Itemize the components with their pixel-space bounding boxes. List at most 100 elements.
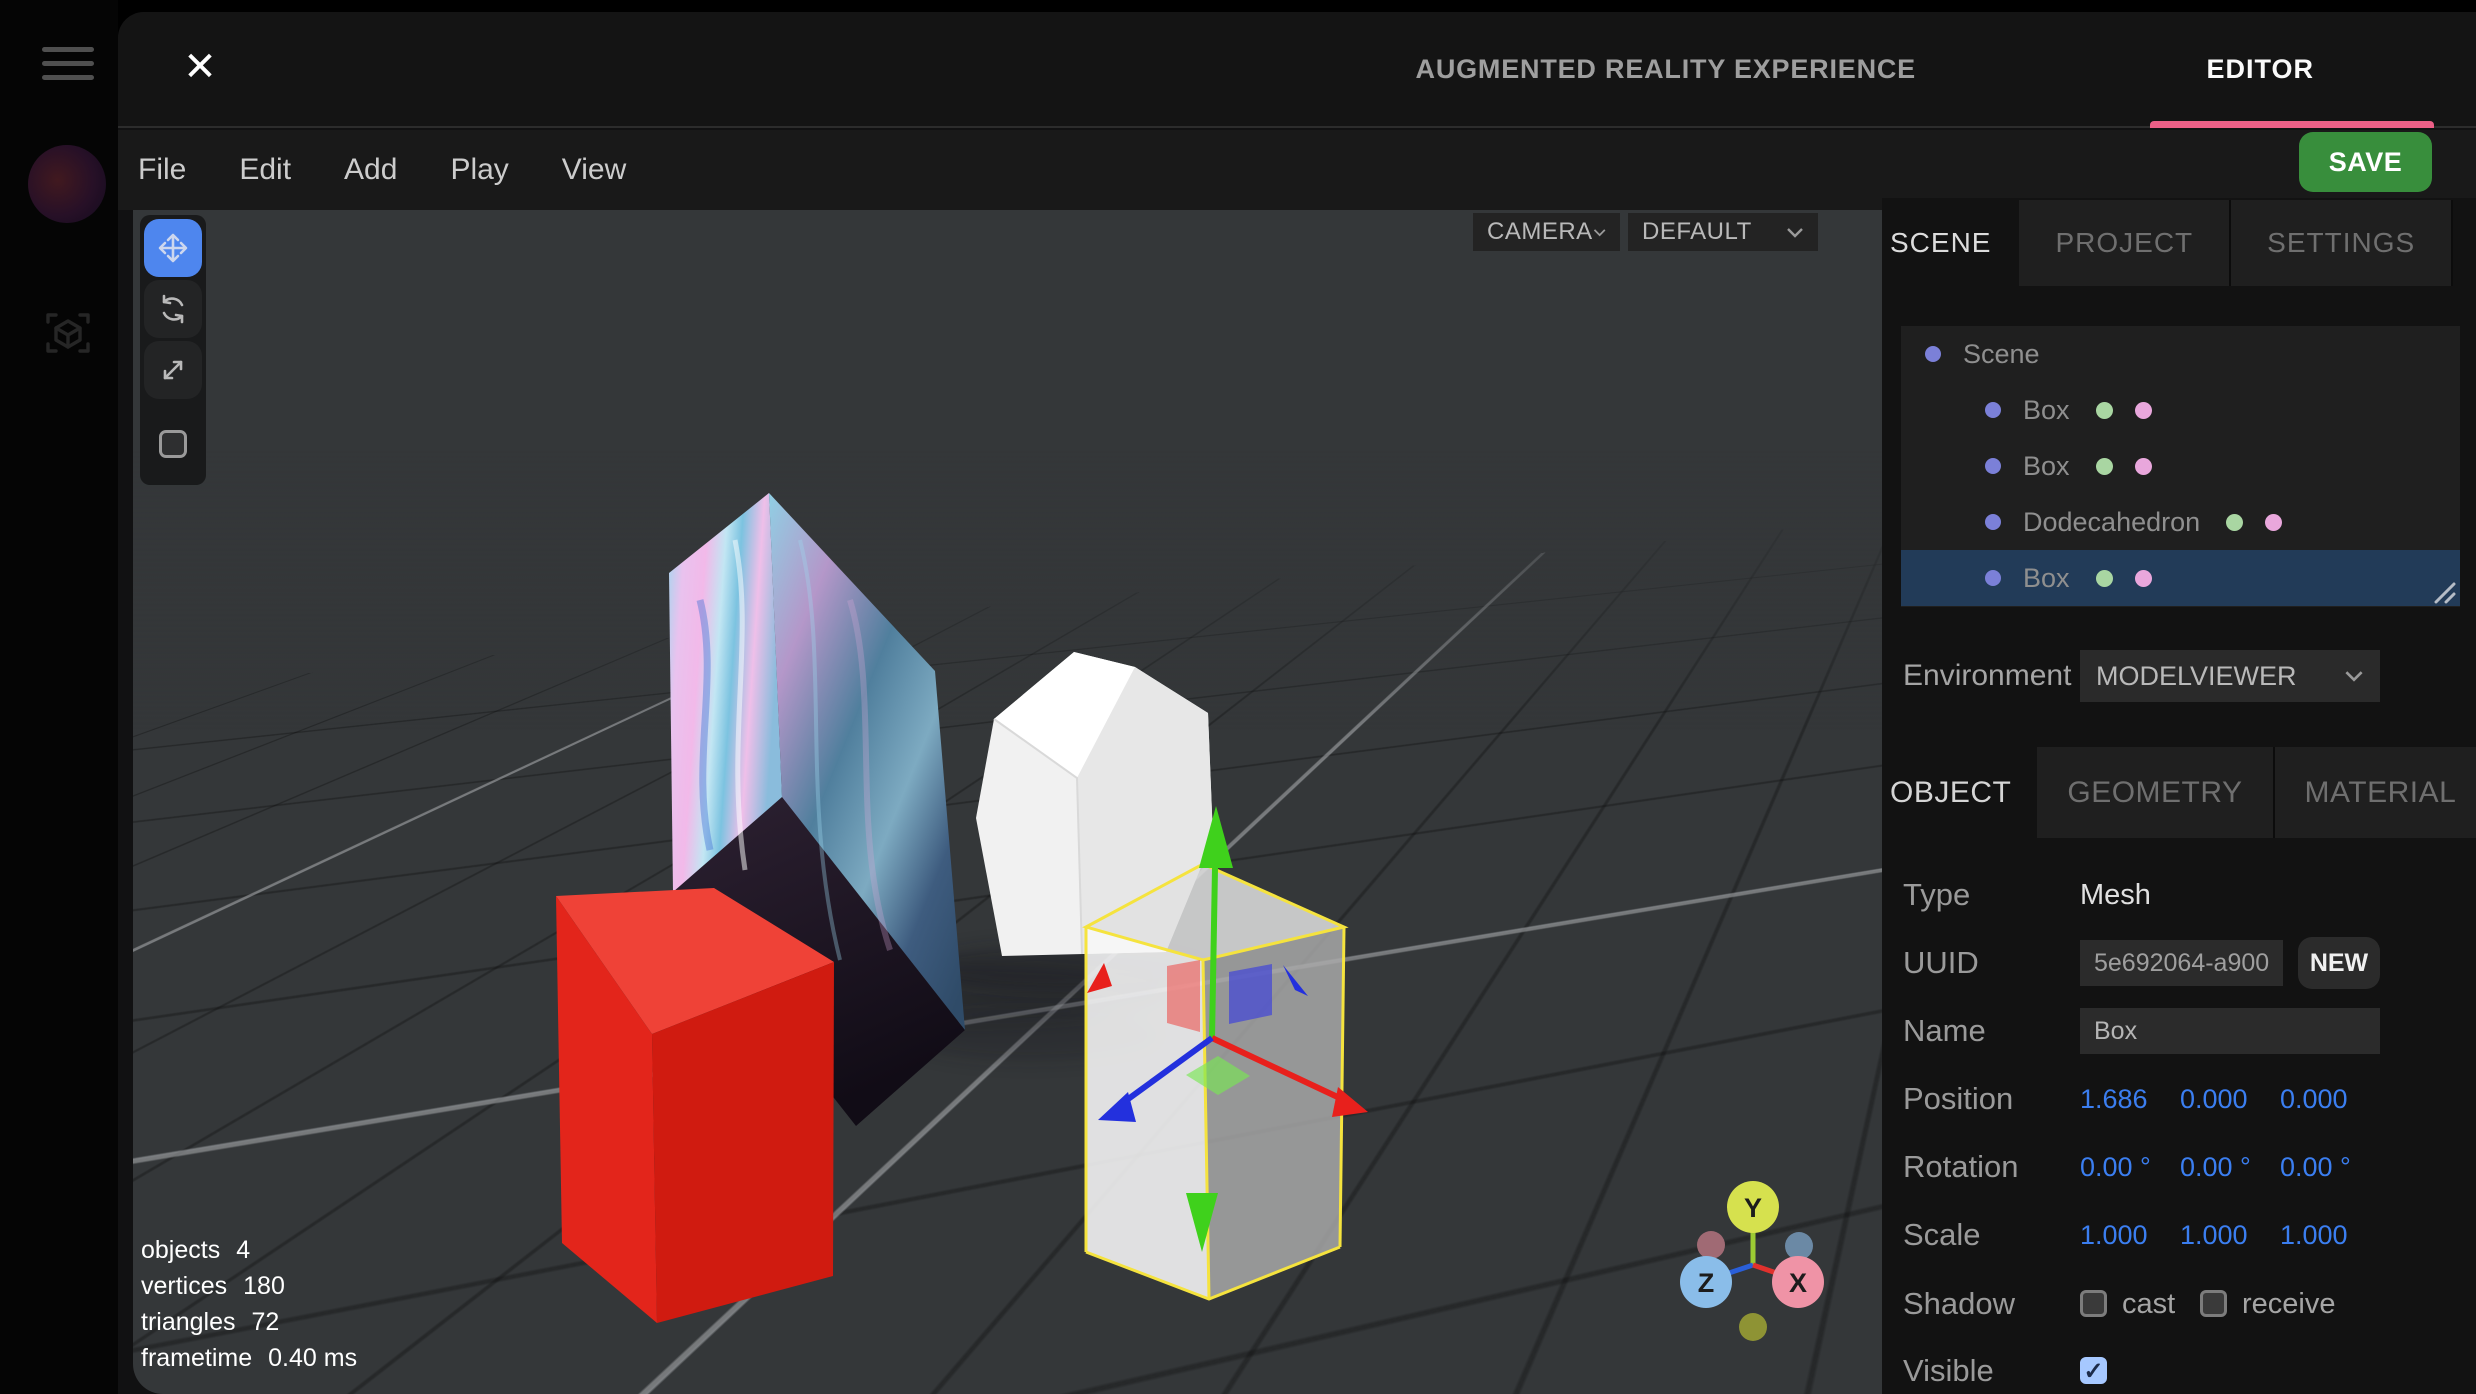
outliner-label: Box <box>2023 395 2070 426</box>
scale-tool-button[interactable] <box>144 341 202 399</box>
scale-label: Scale <box>1903 1209 1981 1261</box>
tab-project[interactable]: PROJECT <box>2019 200 2231 286</box>
geometry-dot-icon <box>2096 458 2113 475</box>
shadow-row: Shadow cast receive <box>1882 1278 2476 1330</box>
rotation-z-field[interactable]: 0.00 ° <box>2280 1141 2380 1193</box>
stat-objects-value: 4 <box>236 1232 250 1268</box>
outliner-item-dodecahedron[interactable]: Dodecahedron <box>1901 494 2460 550</box>
close-icon[interactable]: ✕ <box>176 44 224 92</box>
gizmo-space-toggle[interactable] <box>159 430 187 458</box>
uuid-row: UUID NEW <box>1882 937 2476 989</box>
scale-row: Scale 1.000 1.000 1.000 <box>1882 1209 2476 1261</box>
outliner-resize-handle[interactable] <box>2430 578 2456 604</box>
hamburger-menu-icon[interactable] <box>42 47 94 80</box>
scale-x-field[interactable]: 1.000 <box>2080 1209 2180 1261</box>
stat-triangles-label: triangles <box>141 1304 236 1340</box>
menu-play[interactable]: Play <box>450 153 508 187</box>
geometry-dot-icon <box>2096 570 2113 587</box>
gizmo-plane-xy[interactable] <box>1167 960 1200 1032</box>
position-label: Position <box>1903 1073 2013 1125</box>
chevron-down-icon <box>2344 670 2364 682</box>
geometry-dot-icon <box>2096 402 2113 419</box>
axis-z-label: Z <box>1698 1268 1715 1298</box>
stat-frametime-value: 0.40 ms <box>268 1340 357 1376</box>
material-dot-icon <box>2265 514 2282 531</box>
rotation-y-field[interactable]: 0.00 ° <box>2180 1141 2280 1193</box>
tab-editor[interactable]: EDITOR <box>2206 12 2314 126</box>
uuid-new-button[interactable]: NEW <box>2298 937 2380 989</box>
outliner-item-scene[interactable]: Scene <box>1901 326 2460 382</box>
camera-mode-select[interactable]: DEFAULT <box>1628 213 1818 251</box>
rotate-tool-button[interactable] <box>144 280 202 338</box>
menu-add[interactable]: Add <box>344 153 397 187</box>
visible-checkbox[interactable]: ✓ <box>2080 1357 2107 1384</box>
rotation-label: Rotation <box>1903 1141 2018 1193</box>
tab-object[interactable]: OBJECT <box>1890 747 2037 838</box>
tab-scene[interactable]: SCENE <box>1890 200 2019 286</box>
outliner-label: Box <box>2023 451 2070 482</box>
avatar[interactable] <box>28 145 106 223</box>
stat-frametime-label: frametime <box>141 1340 252 1376</box>
camera-select[interactable]: CAMERA <box>1473 213 1620 251</box>
shadow-cast-checkbox[interactable] <box>2080 1290 2107 1317</box>
outliner-item-box-2[interactable]: Box <box>1901 438 2460 494</box>
scale-z-field[interactable]: 1.000 <box>2280 1209 2380 1261</box>
visible-label: Visible <box>1903 1345 1994 1394</box>
gizmo-plane-yz[interactable] <box>1229 964 1272 1024</box>
axis-neg-y-dot[interactable] <box>1739 1313 1767 1341</box>
position-x-field[interactable]: 1.686 <box>2080 1073 2180 1125</box>
tab-ar-experience[interactable]: AUGMENTED REALITY EXPERIENCE <box>1416 12 1916 126</box>
camera-mode-value: DEFAULT <box>1642 218 1752 246</box>
environment-select[interactable]: MODELVIEWER <box>2080 650 2380 702</box>
outliner-item-box-1[interactable]: Box <box>1901 382 2460 438</box>
host-sidebar <box>0 0 118 1394</box>
viewport-3d[interactable]: CAMERA DEFAULT objects4 vertices180 tria… <box>133 210 1882 1394</box>
scale-y-field[interactable]: 1.000 <box>2180 1209 2280 1261</box>
object-box-red[interactable] <box>556 888 834 1323</box>
uuid-input[interactable] <box>2080 940 2283 986</box>
position-row: Position 1.686 0.000 0.000 <box>1882 1073 2476 1125</box>
material-dot-icon <box>2135 402 2152 419</box>
name-label: Name <box>1903 1005 1986 1057</box>
shadow-receive-label: receive <box>2242 1278 2336 1330</box>
tab-material[interactable]: MATERIAL <box>2275 747 2476 838</box>
shadow-receive-checkbox[interactable] <box>2200 1290 2227 1317</box>
uuid-label: UUID <box>1903 937 1979 989</box>
scene-canvas[interactable] <box>133 210 1882 1394</box>
camera-select-value: CAMERA <box>1487 218 1593 246</box>
gizmo-x-arrow[interactable] <box>1332 1087 1368 1117</box>
axis-x-label: X <box>1789 1268 1807 1298</box>
axis-y-label: Y <box>1744 1193 1762 1223</box>
stat-objects-label: objects <box>141 1232 220 1268</box>
menu-file[interactable]: File <box>138 153 186 187</box>
axis-neg-z-dot[interactable] <box>1785 1232 1813 1260</box>
menu-view[interactable]: View <box>562 153 626 187</box>
tab-settings[interactable]: SETTINGS <box>2231 200 2453 286</box>
tab-geometry[interactable]: GEOMETRY <box>2037 747 2274 838</box>
move-tool-button[interactable] <box>144 219 202 277</box>
axis-helper[interactable]: Y Z X <box>1631 1158 1871 1394</box>
position-y-field[interactable]: 0.000 <box>2180 1073 2280 1125</box>
shadow-cast-label: cast <box>2122 1278 2175 1330</box>
ar-cube-icon[interactable] <box>44 309 92 357</box>
save-button[interactable]: SAVE <box>2299 132 2432 192</box>
object-bullet-icon <box>1925 346 1941 362</box>
axis-neg-x-dot[interactable] <box>1697 1231 1725 1259</box>
scale-icon <box>156 353 190 387</box>
chevron-down-icon <box>1786 227 1804 238</box>
name-row: Name <box>1882 1005 2476 1057</box>
type-row: Type Mesh <box>1882 869 2476 921</box>
outliner-item-box-3-selected[interactable]: Box <box>1901 550 2460 606</box>
name-input[interactable] <box>2080 1008 2380 1054</box>
object-bullet-icon <box>1985 402 2001 418</box>
position-z-field[interactable]: 0.000 <box>2280 1073 2380 1125</box>
viewport-toolbar <box>140 215 206 485</box>
object-tabs: OBJECT GEOMETRY MATERIAL <box>1890 747 2476 838</box>
stat-vertices-label: vertices <box>141 1268 227 1304</box>
material-dot-icon <box>2135 570 2152 587</box>
rotation-x-field[interactable]: 0.00 ° <box>2080 1141 2180 1193</box>
titlebar: ✕ AUGMENTED REALITY EXPERIENCE EDITOR <box>118 12 2476 128</box>
environment-label: Environment <box>1903 652 2081 700</box>
menu-edit[interactable]: Edit <box>239 153 291 187</box>
visible-row: Visible ✓ <box>1882 1345 2476 1394</box>
